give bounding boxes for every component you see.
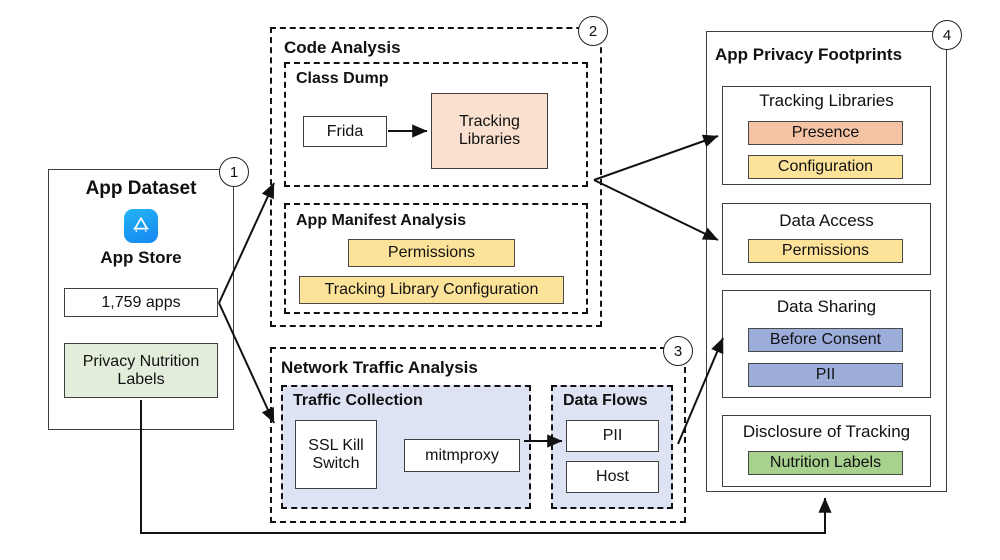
- mitmproxy-label: mitmproxy: [425, 446, 499, 464]
- footprint-item-before-consent: Before Consent: [748, 328, 903, 352]
- footprint-item-label-2-0: Before Consent: [769, 331, 882, 349]
- footprint-item-presence: Presence: [748, 121, 903, 145]
- footprint-card-title-1: Data Access: [779, 211, 874, 230]
- footprint-card-title-0: Tracking Libraries: [759, 91, 894, 110]
- footprint-item-label-1-0: Permissions: [781, 242, 870, 260]
- apps-count-box: 1,759 apps: [64, 288, 218, 317]
- tracking-library-configuration-pill: Tracking Library Configuration: [299, 276, 564, 304]
- traffic-collection-title: Traffic Collection: [293, 392, 423, 409]
- class-dump-title: Class Dump: [296, 70, 389, 87]
- footprint-item-nutrition-labels: Nutrition Labels: [748, 451, 903, 475]
- app-store-icon: [124, 209, 158, 243]
- privacy-nutrition-labels-label: Privacy Nutrition Labels: [82, 352, 200, 388]
- ssl-kill-switch-label: SSL Kill Switch: [308, 436, 364, 472]
- stage4-title: App Privacy Footprints: [715, 45, 903, 64]
- footprint-item-permissions: Permissions: [748, 239, 903, 263]
- diagram-canvas: App Dataset App Store 1,759 apps Privacy…: [0, 0, 1000, 560]
- arrow-code-analysis-to-data-access-card: [593, 179, 719, 241]
- ssl-kill-switch-box: SSL Kill Switch: [295, 420, 377, 489]
- apps-count-label: 1,759 apps: [101, 293, 181, 311]
- footprint-item-label-3-0: Nutrition Labels: [769, 454, 882, 472]
- stage1-title: App Dataset: [85, 178, 197, 199]
- tracking-library-configuration-label: Tracking Library Configuration: [324, 281, 539, 299]
- footprint-item-configuration: Configuration: [748, 155, 903, 179]
- footprint-item-label-2-1: PII: [815, 366, 836, 384]
- tracking-libraries-label: Tracking Libraries: [458, 113, 521, 148]
- data-flows-host-box: Host: [566, 461, 659, 493]
- mitmproxy-box: mitmproxy: [404, 439, 520, 472]
- stage2-badge: 2: [578, 16, 608, 46]
- footprint-item-pii: PII: [748, 363, 903, 387]
- footprint-item-label-0-0: Presence: [791, 124, 860, 142]
- footprint-card-title-2: Data Sharing: [776, 297, 877, 316]
- data-flows-pii-box: PII: [566, 420, 659, 452]
- stage3-badge: 3: [663, 336, 693, 366]
- permissions-pill: Permissions: [348, 239, 515, 267]
- footprint-card-title-3: Disclosure of Tracking: [742, 422, 911, 441]
- arrow-code-analysis-to-tracking-libraries-card: [593, 134, 719, 181]
- stage2-title: Code Analysis: [284, 38, 401, 57]
- app-store-label: App Store: [100, 248, 182, 267]
- data-flows-title: Data Flows: [563, 392, 648, 409]
- app-manifest-analysis-title: App Manifest Analysis: [296, 212, 467, 229]
- stage3-title: Network Traffic Analysis: [281, 358, 478, 377]
- permissions-label: Permissions: [387, 244, 476, 262]
- privacy-nutrition-labels-box: Privacy Nutrition Labels: [64, 343, 218, 398]
- stage1-badge: 1: [219, 157, 249, 187]
- frida-box: Frida: [303, 116, 387, 147]
- frida-label: Frida: [326, 122, 364, 140]
- footprint-item-label-0-1: Configuration: [777, 158, 874, 176]
- data-flows-host-label: Host: [596, 468, 629, 486]
- stage4-badge: 4: [932, 20, 962, 50]
- data-flows-pii-label: PII: [602, 427, 623, 445]
- tracking-libraries-box: Tracking Libraries: [431, 93, 548, 169]
